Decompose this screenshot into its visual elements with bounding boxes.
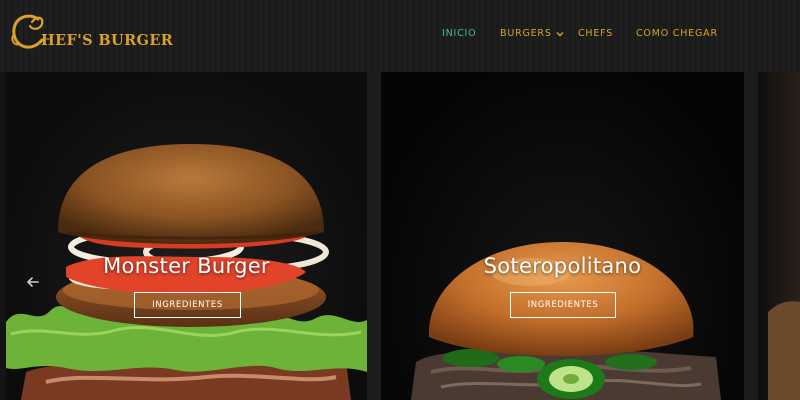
monster-burger-image [6,144,367,400]
slide-soteropolitano[interactable]: Soteropolitano INGREDIENTES [381,72,744,400]
slide-divider [744,72,758,400]
ingredients-button[interactable]: INGREDIENTES [134,292,241,318]
soteropolitano-burger-image [411,242,721,400]
logo-wordmark: HEF'S BURGER [41,32,174,49]
site-header: HEF'S BURGER INICIO BURGERS CHEFS COMO C… [0,0,800,72]
slide-title: Soteropolitano [483,254,642,278]
slide-partial[interactable] [758,72,800,400]
nav-item-inicio[interactable]: INICIO [442,27,476,41]
chevron-down-icon [556,31,564,36]
slide-title: Monster Burger [103,254,270,278]
brand-logo[interactable]: HEF'S BURGER [8,10,178,56]
nav-item-burgers-label: BURGERS [500,28,552,39]
ingredients-button[interactable]: INGREDIENTES [510,292,616,318]
burger-slider: Monster Burger INGREDIENTES Soteropolita… [0,72,800,400]
nav-item-chefs[interactable]: CHEFS [578,27,613,41]
arrow-left-icon[interactable] [24,273,42,291]
slide-monster-burger[interactable]: Monster Burger INGREDIENTES [6,72,367,400]
slide-divider [367,72,381,400]
partial-burger-image [768,301,800,400]
chef-logo-icon: HEF'S BURGER [11,14,174,49]
nav-item-burgers[interactable]: BURGERS [500,27,564,41]
nav-item-como-chegar[interactable]: COMO CHEGAR [636,27,718,41]
